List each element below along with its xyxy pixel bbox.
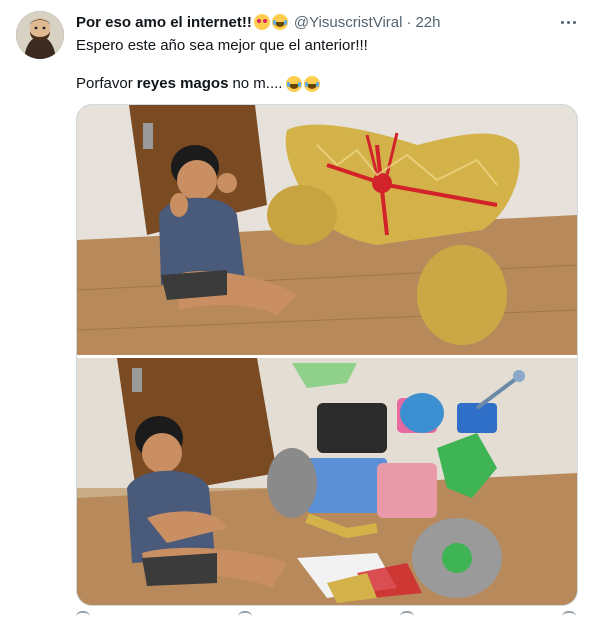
tweet-text-line-2: Porfavor reyes magos no m....	[76, 75, 321, 92]
more-horizontal-icon[interactable]	[557, 12, 579, 32]
reply-icon[interactable]	[76, 611, 90, 622]
joy-emoji-icon	[271, 14, 288, 30]
separator-dot: ·	[406, 13, 412, 31]
text-segment-bold: reyes magos	[136, 75, 229, 92]
text-segment: Porfavor	[76, 75, 133, 92]
tweet-media[interactable]	[76, 104, 578, 606]
heart-eyes-emoji-icon	[253, 14, 270, 30]
like-icon[interactable]	[400, 611, 414, 622]
timestamp[interactable]: 22h	[415, 14, 440, 31]
share-icon[interactable]	[562, 611, 576, 622]
tweet-action-bar	[76, 611, 576, 620]
tweet-header: Por eso amo el internet!! @YisuscristVir…	[76, 12, 441, 32]
photo-bottom-illustration	[77, 358, 577, 605]
tweet[interactable]: Por eso amo el internet!! @YisuscristVir…	[0, 0, 593, 620]
tweet-text-line-1: Espero este año sea mejor que el anterio…	[76, 37, 368, 54]
avatar[interactable]	[16, 11, 64, 59]
photo-top-illustration	[77, 105, 577, 355]
photo-gift-wrapped[interactable]	[77, 105, 577, 355]
text-segment: no m....	[232, 75, 283, 92]
display-name[interactable]: Por eso amo el internet!!	[76, 14, 252, 31]
photo-baskets-motorcycle[interactable]	[77, 358, 577, 605]
joy-emoji-icon	[286, 75, 303, 92]
avatar-image	[16, 11, 64, 59]
joy-emoji-icon	[304, 75, 321, 92]
user-handle[interactable]: @YisuscristViral	[294, 14, 403, 31]
retweet-icon[interactable]	[238, 611, 252, 622]
